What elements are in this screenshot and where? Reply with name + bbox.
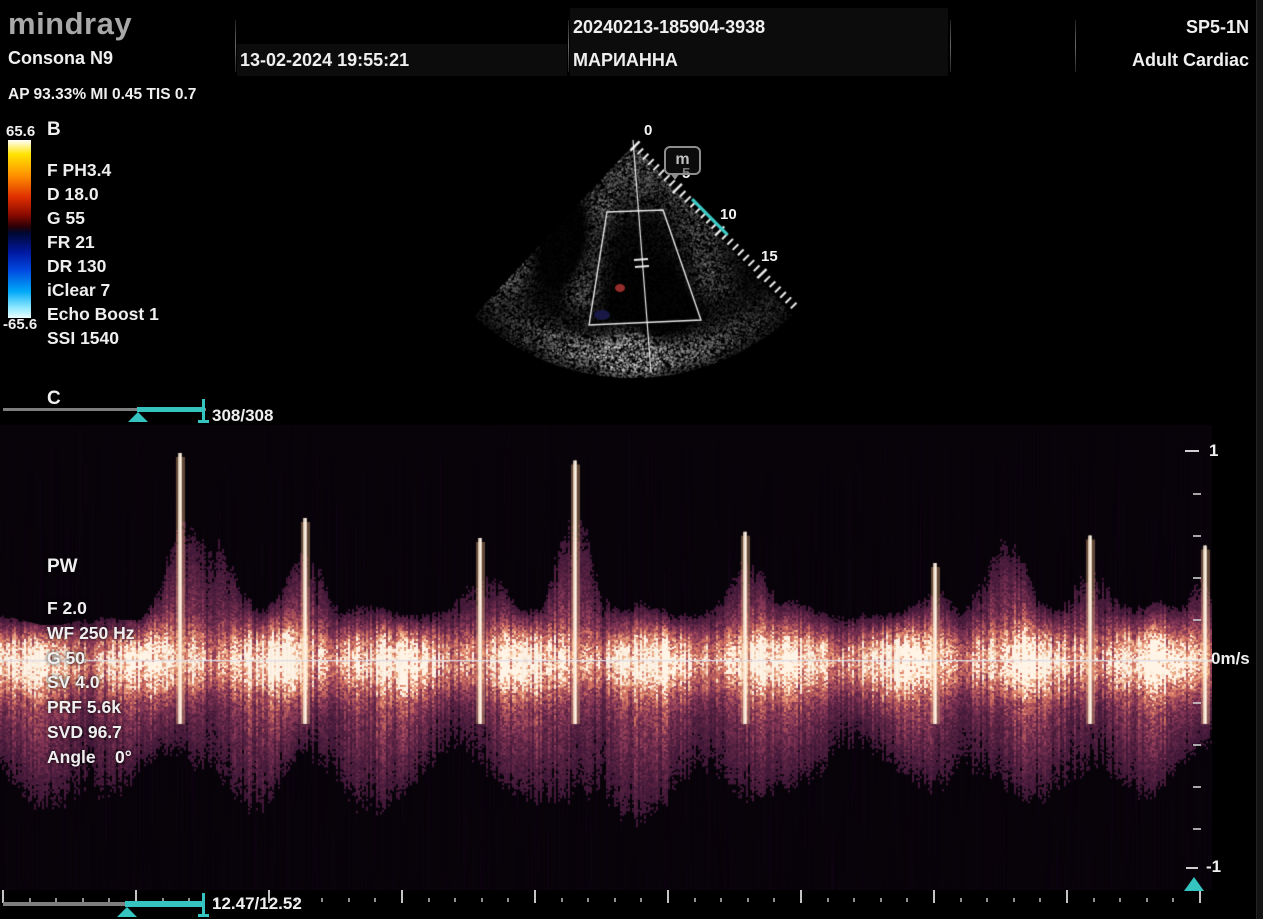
header-divider	[235, 20, 236, 72]
velocity-axis-tick	[1185, 450, 1199, 452]
b-mode-params: F PH3.4 D 18.0 G 55 FR 21 DR 130 iClear …	[47, 158, 159, 350]
pw-mode-params: F 2.0 WF 250 Hz G 50 SV 4.0 PRF 5.6k SVD…	[47, 596, 135, 770]
depth-ruler-label: 10	[720, 206, 737, 223]
time-ruler-tick	[401, 890, 403, 903]
pw-param: PRF 5.6k	[47, 695, 135, 720]
time-ruler-tick	[960, 898, 962, 902]
b-mode-image	[450, 110, 842, 388]
velocity-baseline-label: 0m/s	[1211, 649, 1250, 669]
b-param: FR 21	[47, 230, 159, 254]
time-ruler-tick	[933, 890, 935, 903]
exam-preset: Adult Cardiac	[1132, 50, 1249, 71]
velocity-axis-tick	[1193, 828, 1201, 830]
velocity-axis-tick	[1193, 619, 1201, 621]
time-ruler-tick	[986, 898, 988, 902]
time-ruler-tick	[534, 890, 536, 903]
time-ruler-tick	[880, 898, 882, 902]
velocity-axis-tick	[1193, 786, 1201, 788]
time-ruler-tick	[1039, 898, 1041, 902]
ultrasound-screen: mindray Consona N9 13-02-2024 19:55:21 2…	[0, 0, 1263, 919]
pw-param: G 50	[47, 646, 135, 671]
time-ruler-tick	[694, 898, 696, 902]
velocity-axis-tick	[1186, 867, 1198, 869]
velocity-axis-tick	[1193, 535, 1201, 537]
b-param: iClear 7	[47, 278, 159, 302]
color-scale-max: 65.6	[6, 123, 35, 140]
time-ruler-tick	[747, 898, 749, 902]
time-ruler-tick	[667, 890, 669, 903]
seek-track	[3, 902, 125, 906]
pw-param: SVD 96.7	[47, 720, 135, 745]
header-divider	[1075, 20, 1076, 72]
time-ruler-tick	[561, 898, 563, 902]
time-ruler-tick	[906, 898, 908, 902]
b-param: F PH3.4	[47, 158, 159, 182]
time-ruler-tick	[1146, 898, 1148, 902]
velocity-axis-tick	[1193, 744, 1201, 746]
pw-mode-label: PW	[47, 556, 78, 578]
b-param: DR 130	[47, 254, 159, 278]
right-edge-panel	[1256, 0, 1263, 919]
datetime: 13-02-2024 19:55:21	[240, 50, 409, 71]
patient-name: МАРИАННА	[573, 50, 678, 71]
pw-param: Angle 0°	[47, 745, 135, 770]
exam-id: 20240213-185904-3938	[573, 17, 765, 38]
time-ruler-tick	[507, 898, 509, 902]
time-ruler-tick	[1066, 890, 1068, 903]
time-ruler-tick	[374, 898, 376, 902]
pw-spectral-trace	[0, 425, 1212, 890]
velocity-axis-tick	[1193, 577, 1201, 579]
probe-orientation-marker: m	[664, 146, 701, 175]
time-ruler-tick	[1119, 898, 1121, 902]
time-ruler-tick	[1093, 898, 1095, 902]
depth-ruler-label: 15	[761, 248, 778, 265]
time-ruler-tick	[640, 898, 642, 902]
seek-handle[interactable]	[117, 907, 137, 917]
time-ruler-tick	[720, 898, 722, 902]
time-ruler-tick	[1172, 898, 1174, 902]
velocity-axis-tick	[1193, 493, 1201, 495]
time-ruler-tick	[587, 898, 589, 902]
probe-name: SP5-1N	[1186, 17, 1249, 38]
pw-param: SV 4.0	[47, 670, 135, 695]
time-ruler-tick	[428, 898, 430, 902]
time-ruler-tick	[454, 898, 456, 902]
time-ruler-tick	[614, 898, 616, 902]
velocity-min-label: -1	[1206, 857, 1221, 877]
seek-handle[interactable]	[128, 412, 148, 422]
b-mode-label: B	[47, 119, 61, 141]
sweep-position-marker	[1184, 877, 1204, 891]
b-param: D 18.0	[47, 182, 159, 206]
pw-param: F 2.0	[47, 596, 135, 621]
color-scale-min: -65.6	[3, 316, 37, 333]
time-ruler-tick	[853, 898, 855, 902]
c-mode-label: C	[47, 388, 61, 410]
machine-model: Consona N9	[8, 48, 113, 69]
cine-time-position: 12.47/12.52	[212, 894, 302, 914]
depth-ruler-label: 0	[644, 122, 652, 139]
time-ruler-tick	[1013, 898, 1015, 902]
time-ruler-tick	[773, 898, 775, 902]
velocity-axis-tick	[1193, 702, 1201, 704]
b-param: Echo Boost 1	[47, 302, 159, 326]
header-divider	[568, 20, 569, 72]
velocity-max-label: 1	[1209, 441, 1218, 461]
acoustic-output-status: AP 93.33% MI 0.45 TIS 0.7	[8, 86, 196, 104]
time-ruler-tick	[1199, 890, 1201, 903]
time-ruler-tick	[800, 890, 802, 903]
seek-end-foot	[198, 914, 209, 917]
time-ruler-tick	[321, 898, 323, 902]
pw-param: WF 250 Hz	[47, 621, 135, 646]
color-doppler-scale-bar	[8, 140, 31, 318]
b-param: G 55	[47, 206, 159, 230]
seek-end-foot	[198, 420, 209, 423]
time-ruler-tick	[481, 898, 483, 902]
frame-counter: 308/308	[212, 406, 273, 426]
time-ruler-tick	[348, 898, 350, 902]
header-divider	[950, 20, 951, 72]
mindray-logo: mindray	[8, 6, 132, 42]
time-ruler-tick	[827, 898, 829, 902]
b-param: SSI 1540	[47, 326, 159, 350]
